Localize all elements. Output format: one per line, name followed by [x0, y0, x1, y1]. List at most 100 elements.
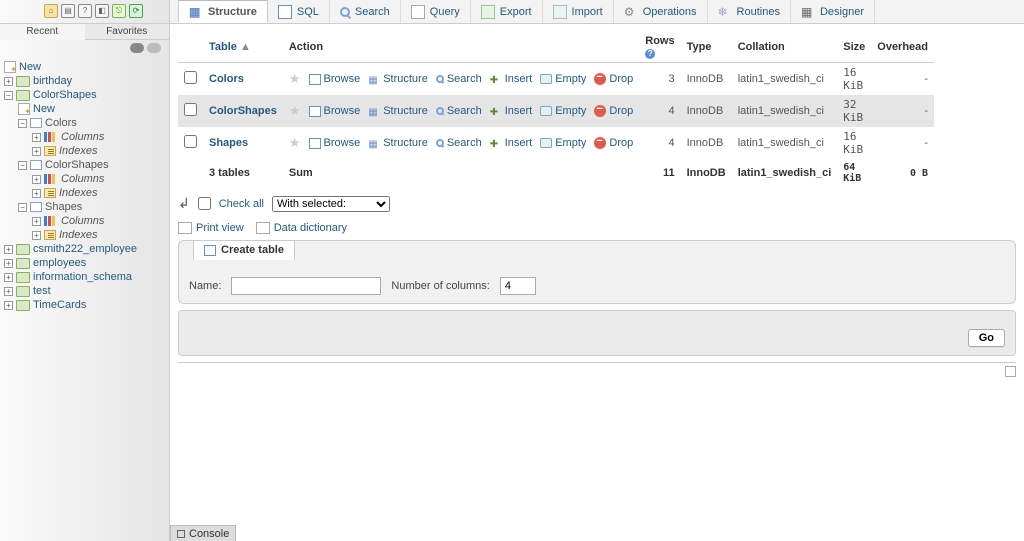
- drop-link[interactable]: Drop: [594, 73, 633, 85]
- favorite-star-icon[interactable]: ★: [289, 135, 301, 151]
- tab-query[interactable]: Query: [401, 0, 471, 23]
- tab-recent[interactable]: Recent: [0, 23, 85, 40]
- search-link[interactable]: Search: [436, 105, 482, 117]
- tab-favorites[interactable]: Favorites: [85, 23, 170, 40]
- tab-operations[interactable]: Operations: [614, 0, 708, 23]
- check-all-link[interactable]: Check all: [219, 198, 264, 210]
- table-columns[interactable]: + Columns: [4, 214, 165, 228]
- structure-link[interactable]: Structure: [368, 137, 428, 149]
- expand-icon[interactable]: +: [32, 231, 41, 240]
- with-selected-dropdown[interactable]: With selected:: [272, 196, 390, 212]
- dictionary-icon: [256, 222, 270, 234]
- print-view-link[interactable]: Print view: [178, 222, 244, 234]
- search-link[interactable]: Search: [436, 137, 482, 149]
- tree-new[interactable]: New: [4, 60, 165, 74]
- insert-link[interactable]: Insert: [490, 105, 533, 117]
- tab-export[interactable]: Export: [471, 0, 543, 23]
- favorite-star-icon[interactable]: ★: [289, 71, 301, 87]
- expand-icon[interactable]: +: [4, 273, 13, 282]
- db-birthday[interactable]: + birthday: [4, 74, 165, 88]
- expand-icon[interactable]: +: [32, 217, 41, 226]
- home-icon[interactable]: ⌂: [44, 4, 58, 18]
- drop-link[interactable]: Drop: [594, 105, 633, 117]
- empty-link[interactable]: Empty: [540, 105, 586, 117]
- expand-icon[interactable]: +: [4, 77, 13, 86]
- table-name-link[interactable]: Colors: [209, 73, 244, 85]
- db-csmith222employee[interactable]: + csmith222_employee: [4, 242, 165, 256]
- expand-icon[interactable]: +: [4, 301, 13, 310]
- insert-link[interactable]: Insert: [490, 137, 533, 149]
- table-columns[interactable]: + Columns: [4, 172, 165, 186]
- row-checkbox[interactable]: [184, 135, 197, 148]
- help-icon[interactable]: ?: [78, 4, 92, 18]
- table-colors[interactable]: − Colors: [4, 116, 165, 130]
- summary-type: InnoDB: [681, 159, 732, 187]
- table-indexes[interactable]: + Indexes: [4, 186, 165, 200]
- table-colorshapes[interactable]: − ColorShapes: [4, 158, 165, 172]
- expand-icon[interactable]: +: [32, 133, 41, 142]
- db-employees[interactable]: + employees: [4, 256, 165, 270]
- browse-link[interactable]: Browse: [309, 137, 361, 149]
- collapse-icon[interactable]: −: [18, 161, 27, 170]
- tab-search[interactable]: Search: [330, 0, 401, 23]
- empty-link[interactable]: Empty: [540, 137, 586, 149]
- db-informationschema[interactable]: + information_schema: [4, 270, 165, 284]
- tab-structure[interactable]: Structure: [178, 0, 268, 23]
- expand-icon[interactable]: +: [32, 189, 41, 198]
- expand-icon[interactable]: +: [32, 175, 41, 184]
- row-size: 16 KiB: [837, 127, 871, 159]
- num-columns-input[interactable]: [500, 277, 536, 295]
- table-indexes[interactable]: + Indexes: [4, 144, 165, 158]
- link-icon[interactable]: [147, 43, 161, 53]
- expand-icon[interactable]: +: [4, 287, 13, 296]
- structure-link[interactable]: Structure: [368, 105, 428, 117]
- favorite-star-icon[interactable]: ★: [289, 103, 301, 119]
- new-icon: [4, 61, 16, 73]
- browse-link[interactable]: Browse: [309, 73, 361, 85]
- empty-link[interactable]: Empty: [540, 73, 586, 85]
- db-label: information_schema: [33, 271, 132, 283]
- collapse-icon[interactable]: −: [4, 91, 13, 100]
- row-checkbox[interactable]: [184, 71, 197, 84]
- db-test[interactable]: + test: [4, 284, 165, 298]
- expand-icon[interactable]: +: [4, 245, 13, 254]
- collapse-icon[interactable]: [130, 43, 144, 53]
- console-bar[interactable]: Console: [170, 525, 236, 541]
- db-colorshapes[interactable]: − ColorShapes: [4, 88, 165, 102]
- table-name-link[interactable]: Shapes: [209, 137, 248, 149]
- reload-icon[interactable]: ⟳: [129, 4, 143, 18]
- tab-designer[interactable]: Designer: [791, 0, 875, 23]
- table-columns[interactable]: + Columns: [4, 130, 165, 144]
- tab-import[interactable]: Import: [543, 0, 614, 23]
- browse-link[interactable]: Browse: [309, 105, 361, 117]
- info-icon[interactable]: ?: [645, 49, 655, 59]
- expand-icon[interactable]: +: [32, 147, 41, 156]
- collapse-icon[interactable]: −: [18, 119, 27, 128]
- insert-link[interactable]: Insert: [490, 73, 533, 85]
- structure-link[interactable]: Structure: [368, 73, 428, 85]
- row-checkbox[interactable]: [184, 103, 197, 116]
- table-name-link[interactable]: ColorShapes: [209, 105, 277, 117]
- table-name-input[interactable]: [231, 277, 381, 295]
- expand-icon[interactable]: +: [4, 259, 13, 268]
- check-all-checkbox[interactable]: [198, 197, 211, 210]
- sql-icon[interactable]: ◧: [95, 4, 109, 18]
- db-timecards[interactable]: + TimeCards: [4, 298, 165, 312]
- col-table[interactable]: Table ▲: [203, 32, 283, 63]
- drop-link[interactable]: Drop: [594, 137, 633, 149]
- tab-sql[interactable]: SQL: [268, 0, 330, 23]
- go-button[interactable]: Go: [968, 329, 1005, 347]
- search-link[interactable]: Search: [436, 73, 482, 85]
- data-dictionary-link[interactable]: Data dictionary: [256, 222, 347, 234]
- docs-icon[interactable]: ▤: [61, 4, 75, 18]
- db-new[interactable]: New: [4, 102, 165, 116]
- table-indexes[interactable]: + Indexes: [4, 228, 165, 242]
- col-rows[interactable]: Rows ?: [639, 32, 680, 63]
- collapse-icon[interactable]: −: [18, 203, 27, 212]
- search-icon: [340, 7, 350, 17]
- create-table-panel: Create table Name: Number of columns:: [178, 240, 1016, 304]
- exit-icon[interactable]: ⎋: [112, 4, 126, 18]
- settings-toggle-icon[interactable]: [1005, 366, 1016, 377]
- table-shapes[interactable]: − Shapes: [4, 200, 165, 214]
- tab-routines[interactable]: Routines: [708, 0, 791, 23]
